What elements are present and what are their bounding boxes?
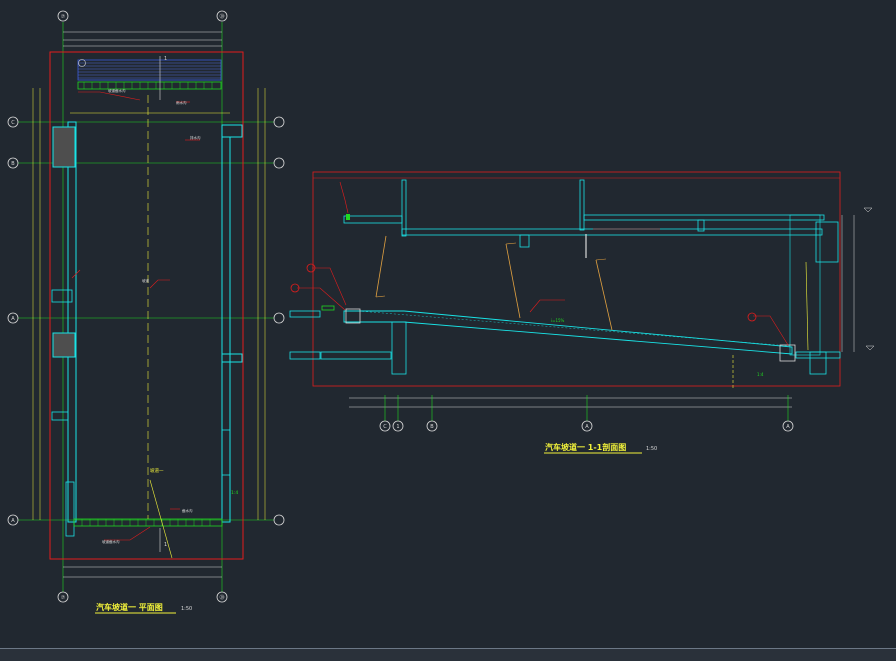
plan-view: 坡道截水沟 雨水沟 排水沟 坡道 截水沟 坡道截水沟 ⑦ ⑳ ⑦ ⑳ C B A…: [7, 10, 285, 614]
section-title: 汽车坡道一 1-1剖面图 1:50: [544, 442, 657, 454]
svg-text:坡道: 坡道: [142, 278, 149, 283]
section-scale-text: 1:50: [646, 446, 657, 452]
section-axis-5: A: [786, 424, 790, 430]
section-ratio-label: 1:4: [757, 372, 764, 377]
section-mark-icon: 1 1: [78, 56, 167, 548]
plan-scale-text: 1:50: [181, 606, 192, 612]
level-mark-icon: [863, 207, 875, 351]
section-axis-1: C: [383, 424, 387, 430]
ramp-label: 坡道一: [150, 467, 164, 474]
axis-bubble-icon: ⑦: [57, 10, 69, 22]
section-label-top: 1: [164, 56, 167, 62]
axis-bubble-icon: ⑳: [216, 591, 228, 603]
section-axis-4: A: [585, 424, 589, 430]
axis-label-row-2: B: [11, 161, 15, 167]
axis-bubble-icon: C 1 B A A: [379, 420, 794, 432]
plan-title: 汽车坡道一 平面图 1:50: [95, 602, 192, 614]
svg-text:坡道截水沟: 坡道截水沟: [102, 539, 120, 544]
plan-title-text: 汽车坡道一 平面图: [96, 602, 163, 612]
svg-text:坡道截水沟: 坡道截水沟: [108, 88, 126, 93]
section-view: i=15% 1:4 C 1 B A A 汽车坡道一 1-1剖面图 1:50: [289, 171, 875, 454]
axis-label-bottom-left: ⑦: [61, 595, 66, 601]
section-axis-2: 1: [396, 424, 399, 430]
slope-label: 1:4: [231, 490, 238, 496]
section-title-text: 汽车坡道一 1-1剖面图: [545, 442, 626, 452]
svg-text:雨水沟: 雨水沟: [176, 100, 187, 105]
axis-label-row-1: C: [11, 120, 15, 126]
section-axis-3: B: [430, 424, 434, 430]
command-bar[interactable]: [0, 648, 896, 661]
section-mark-icon: [290, 263, 757, 322]
cad-drawing-canvas[interactable]: 坡道截水沟 雨水沟 排水沟 坡道 截水沟 坡道截水沟 ⑦ ⑳ ⑦ ⑳ C B A…: [0, 0, 896, 660]
axis-bubble-icon: ⑦: [57, 591, 69, 603]
svg-text:截水沟: 截水沟: [182, 508, 193, 513]
axis-bubble-icon: ⑳: [216, 10, 228, 22]
axis-label-row-4: A: [11, 518, 15, 524]
axis-label-bottom-right: ⑳: [219, 594, 224, 601]
axis-label-top-right: ⑳: [219, 13, 224, 20]
section-slope-label: i=15%: [551, 318, 565, 323]
svg-text:排水沟: 排水沟: [190, 135, 201, 140]
section-label-bottom: 1: [164, 542, 167, 548]
axis-label-top-left: ⑦: [61, 14, 66, 20]
axis-label-row-3: A: [11, 316, 15, 322]
